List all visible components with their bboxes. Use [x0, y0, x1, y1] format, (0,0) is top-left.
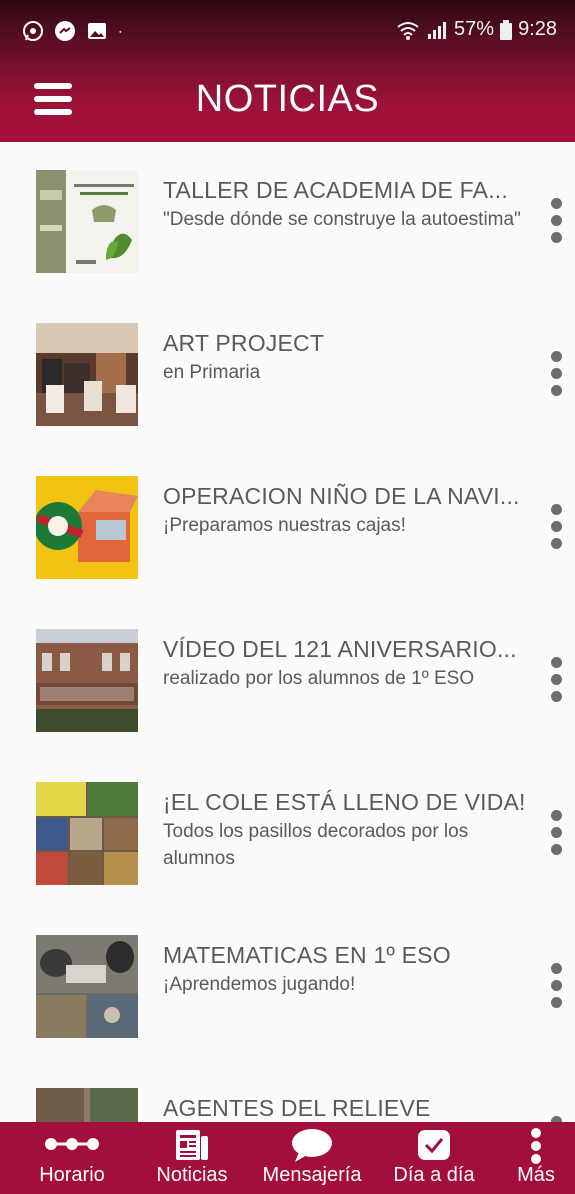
more-vertical-icon	[551, 657, 562, 668]
dot-icon	[119, 31, 122, 33]
clock: 9:28	[518, 18, 557, 40]
news-item[interactable]: ¡EL COLE ESTÁ LLENO DE VIDA! Todos los p…	[0, 782, 575, 935]
news-subtitle: ¡Preparamos nuestras cajas!	[163, 515, 406, 536]
news-subtitle: Todos los pasillos decorados por los alu…	[163, 821, 469, 869]
news-title: ¡EL COLE ESTÁ LLENO DE VIDA!	[163, 789, 526, 815]
item-menu-button[interactable]	[546, 504, 566, 550]
nav-label: Más	[517, 1164, 555, 1186]
news-title: ART PROJECT	[163, 330, 325, 356]
news-thumbnail	[36, 323, 138, 426]
news-item[interactable]: OPERACION NIÑO DE LA NAVI... ¡Preparamos…	[0, 476, 575, 629]
timeline-icon	[45, 1138, 99, 1150]
news-item[interactable]: TALLER DE ACADEMIA DE FA... "Desde dónde…	[0, 170, 575, 323]
status-notifications	[22, 20, 128, 42]
status-bar: 57% 9:28	[0, 0, 575, 64]
nav-label: Mensajería	[262, 1164, 362, 1186]
news-subtitle: realizado por los alumnos de 1º ESO	[163, 668, 475, 689]
more-vertical-icon	[551, 351, 562, 362]
news-thumbnail	[36, 476, 138, 579]
news-thumbnail	[36, 1088, 138, 1122]
nav-label: Día a día	[393, 1164, 475, 1186]
news-list[interactable]: TALLER DE ACADEMIA DE FA... "Desde dónde…	[0, 142, 575, 1122]
item-menu-button[interactable]	[546, 963, 566, 1009]
nav-mas[interactable]: Más	[506, 1122, 566, 1194]
toolbar: NOTICIAS	[0, 64, 575, 142]
item-menu-button[interactable]	[546, 198, 566, 244]
bottom-navigation: Horario Noticias Mensajería Día a día Má…	[0, 1122, 575, 1194]
more-vertical-icon	[551, 504, 562, 515]
news-title: AGENTES DEL RELIEVE	[163, 1095, 431, 1121]
more-vertical-icon	[551, 963, 562, 974]
chat-bubble-icon	[292, 1129, 332, 1162]
nav-label: Noticias	[156, 1164, 228, 1186]
news-title: VÍDEO DEL 121 ANIVERSARIO...	[163, 636, 517, 662]
news-thumbnail	[36, 170, 138, 273]
item-menu-button[interactable]	[546, 657, 566, 703]
nav-dia-a-dia[interactable]: Día a día	[384, 1122, 484, 1194]
battery-percent: 57%	[454, 18, 495, 40]
news-item[interactable]: ART PROJECT en Primaria	[0, 323, 575, 476]
nav-mensajeria[interactable]: Mensajería	[252, 1122, 372, 1194]
status-system: 57% 9:28	[396, 18, 557, 41]
news-subtitle: "Desde dónde se construye la autoestima"	[163, 209, 521, 230]
messenger-icon	[55, 21, 75, 41]
news-title: TALLER DE ACADEMIA DE FA...	[163, 177, 508, 203]
page-title: NOTICIAS	[195, 78, 380, 120]
whatsapp-icon	[23, 21, 43, 41]
signal-icon	[428, 21, 447, 39]
app-header: 57% 9:28 NOTICIAS	[0, 0, 575, 142]
news-item[interactable]: VÍDEO DEL 121 ANIVERSARIO... realizado p…	[0, 629, 575, 782]
more-vertical-icon	[531, 1128, 541, 1164]
wifi-icon	[397, 21, 419, 40]
news-thumbnail	[36, 782, 138, 885]
news-item[interactable]: AGENTES DEL RELIEVE	[0, 1088, 575, 1122]
news-subtitle: en Primaria	[163, 362, 261, 383]
nav-noticias[interactable]: Noticias	[144, 1122, 240, 1194]
news-title: MATEMATICAS EN 1º ESO	[163, 942, 451, 968]
news-title: OPERACION NIÑO DE LA NAVI...	[163, 483, 520, 509]
news-thumbnail	[36, 629, 138, 732]
newspaper-icon	[176, 1130, 208, 1160]
nav-label: Horario	[39, 1164, 105, 1186]
news-thumbnail	[36, 935, 138, 1038]
news-item[interactable]: MATEMATICAS EN 1º ESO ¡Aprendemos jugand…	[0, 935, 575, 1088]
item-menu-button[interactable]	[546, 810, 566, 856]
battery-icon	[500, 19, 513, 40]
gallery-icon	[88, 23, 106, 39]
more-vertical-icon	[551, 198, 562, 209]
item-menu-button[interactable]	[546, 351, 566, 397]
nav-horario[interactable]: Horario	[22, 1122, 122, 1194]
more-vertical-icon	[551, 810, 562, 821]
calendar-check-icon	[418, 1130, 450, 1160]
news-subtitle: ¡Aprendemos jugando!	[163, 974, 356, 995]
